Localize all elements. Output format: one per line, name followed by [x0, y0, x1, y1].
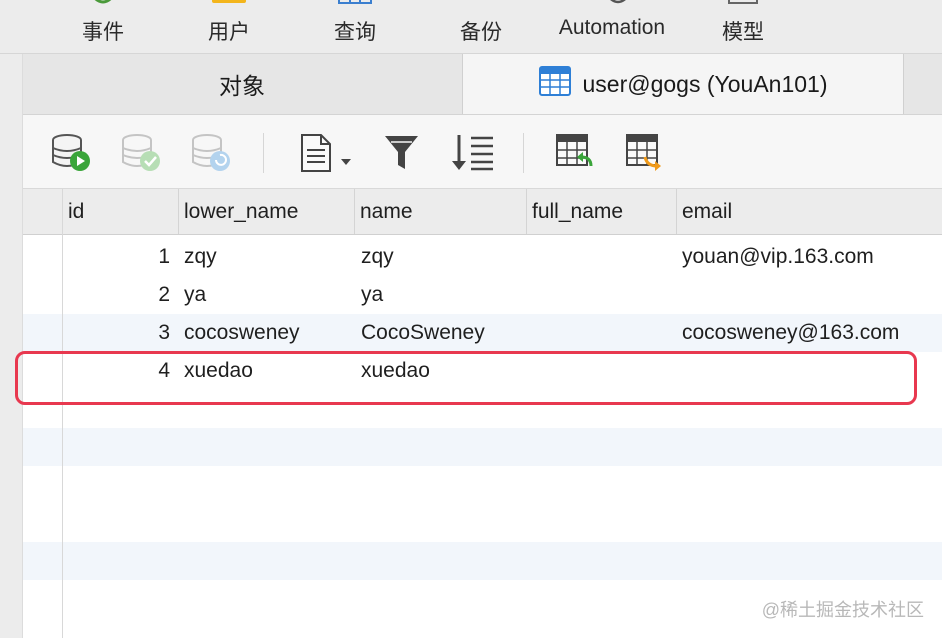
empty-row — [23, 542, 942, 580]
empty-row — [23, 428, 942, 466]
cell-name[interactable]: zqy — [361, 238, 394, 276]
tab-user-table[interactable]: user@gogs (YouAn101) — [462, 54, 904, 114]
query-icon — [338, 0, 372, 12]
cell-name[interactable]: ya — [361, 276, 383, 314]
begin-transaction-icon[interactable] — [51, 133, 93, 178]
toolbar-model-button[interactable]: 模型 — [702, 0, 784, 53]
text-view-icon[interactable] — [299, 133, 355, 178]
sort-icon[interactable] — [451, 133, 495, 178]
export-icon[interactable] — [625, 133, 667, 178]
toolbar-label: 查询 — [334, 21, 376, 44]
table-toolbar — [23, 115, 942, 189]
table-icon — [538, 66, 571, 102]
cell-id[interactable]: 3 — [63, 314, 170, 352]
cell-name[interactable]: CocoSweney — [361, 314, 485, 352]
tab-label: user@gogs (YouAn101) — [582, 70, 828, 97]
cell-lower-name[interactable]: ya — [184, 276, 206, 314]
tab-bar: 对象 user@gogs (YouAn101) — [23, 54, 942, 115]
model-icon — [728, 0, 758, 12]
table-row[interactable]: 3 cocosweney CocoSweney cocosweney@163.c… — [23, 314, 942, 352]
column-header-name[interactable]: name — [354, 189, 526, 234]
column-header-lower-name[interactable]: lower_name — [178, 189, 354, 234]
tab-label: 对象 — [219, 73, 265, 99]
cell-id[interactable]: 1 — [63, 238, 170, 276]
toolbar-user-button[interactable]: 用户 — [188, 0, 270, 53]
grid-header: id lower_name name full_name email — [23, 189, 942, 235]
toolbar-label: 用户 — [208, 21, 250, 44]
import-icon[interactable] — [555, 133, 595, 178]
user-icon — [212, 0, 246, 12]
commit-icon[interactable] — [121, 133, 163, 178]
highlight-annotation — [15, 351, 917, 405]
automation-icon — [603, 0, 633, 12]
rollback-icon[interactable] — [191, 133, 233, 178]
cell-email[interactable]: youan@vip.163.com — [682, 238, 874, 276]
column-header-email[interactable]: email — [676, 189, 942, 234]
table-row[interactable]: 2 ya ya — [23, 276, 942, 314]
watermark: @稀土掘金技术社区 — [761, 600, 924, 620]
toolbar-label: 备份 — [460, 21, 502, 44]
toolbar-divider — [523, 133, 524, 173]
filter-icon[interactable] — [383, 133, 421, 178]
cell-email[interactable]: cocosweney@163.com — [682, 314, 899, 352]
cell-lower-name[interactable]: zqy — [184, 238, 217, 276]
row-gutter-divider — [62, 189, 63, 638]
data-grid: 1 zqy zqy youan@vip.163.com 2 ya ya 3 co… — [23, 235, 942, 638]
sidebar-strip — [0, 54, 23, 638]
toolbar-query-button[interactable]: 查询 — [314, 0, 396, 53]
toolbar-label: Automation — [558, 16, 666, 39]
tab-objects[interactable]: 对象 — [23, 54, 461, 114]
cell-id[interactable]: 2 — [63, 276, 170, 314]
toolbar-automation-button[interactable]: Automation — [548, 0, 676, 53]
table-row[interactable]: 1 zqy zqy youan@vip.163.com — [23, 238, 942, 276]
column-header-full-name[interactable]: full_name — [526, 189, 676, 234]
toolbar-label: 模型 — [722, 21, 764, 44]
toolbar-label: 事件 — [82, 21, 124, 44]
column-header-id[interactable]: id — [62, 189, 178, 234]
main-toolbar: 事件 用户 查询 备份 Automation 模型 — [0, 0, 942, 54]
cell-lower-name[interactable]: cocosweney — [184, 314, 300, 352]
event-icon — [88, 0, 118, 12]
toolbar-backup-button[interactable]: 备份 — [440, 0, 522, 53]
toolbar-event-button[interactable]: 事件 — [62, 0, 144, 53]
toolbar-divider — [263, 133, 264, 173]
